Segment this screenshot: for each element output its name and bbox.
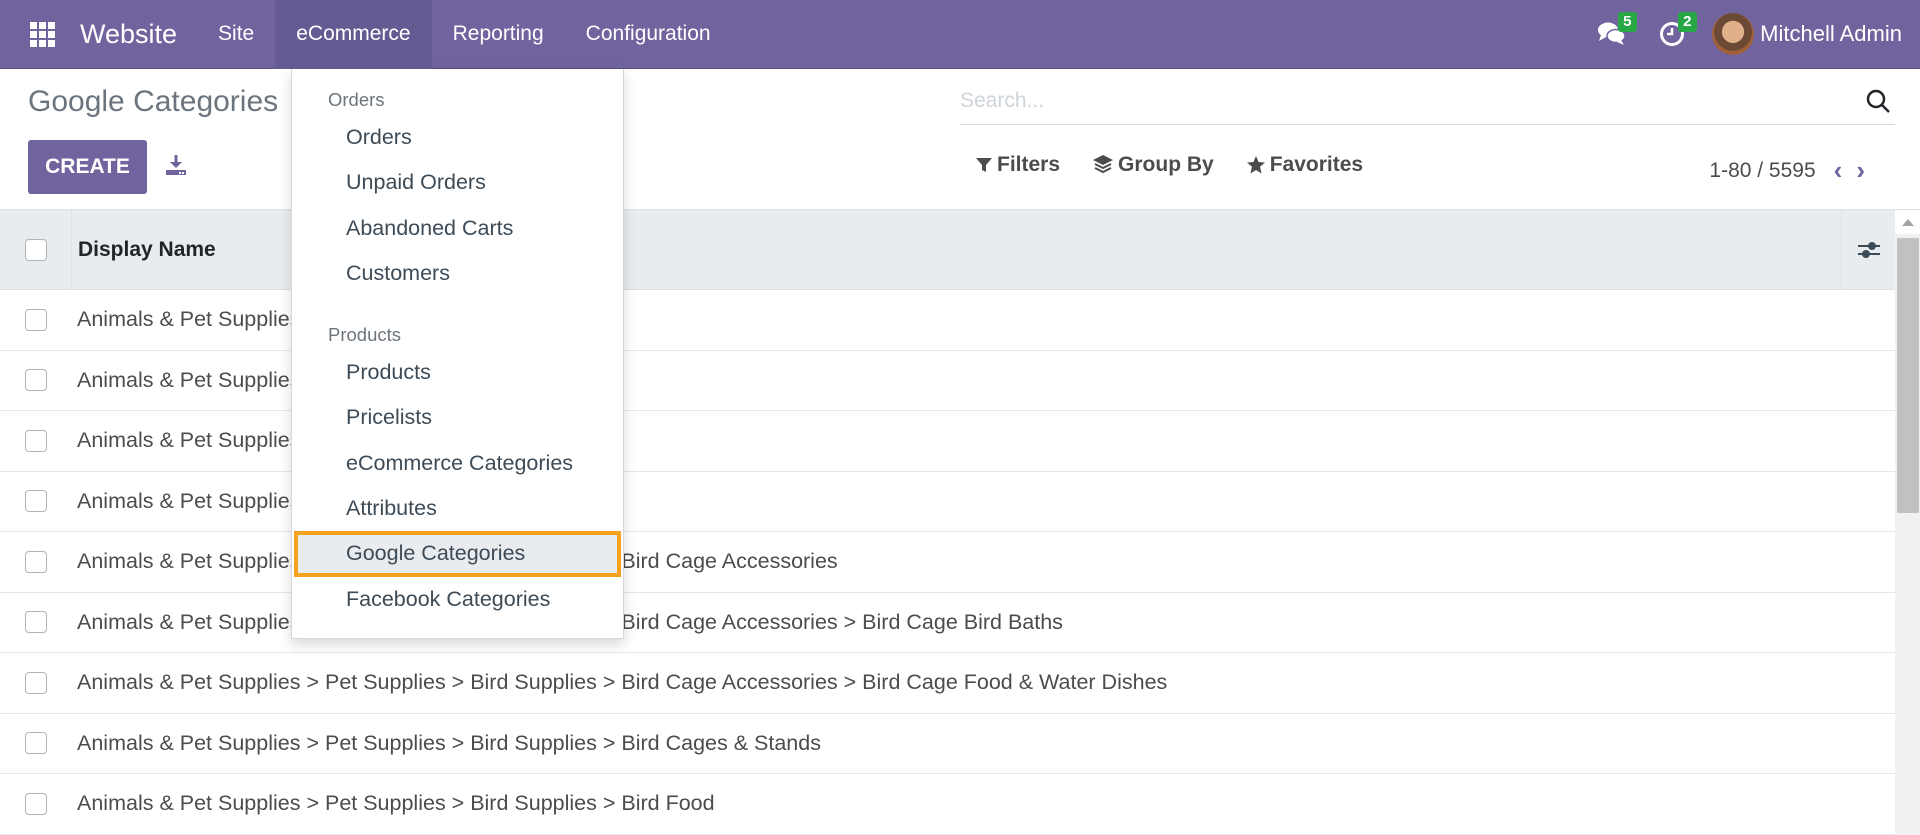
- row-checkbox[interactable]: [25, 490, 47, 513]
- row-checkbox[interactable]: [25, 671, 47, 694]
- table-row[interactable]: Animals & Pet Supplies > Pet Supplies > …: [0, 532, 1895, 593]
- row-display-name[interactable]: Animals & Pet Supplies > Pet Supplies > …: [72, 791, 715, 816]
- table-row[interactable]: Animals & Pet Supplies: [0, 351, 1895, 411]
- table-row[interactable]: Animals & Pet Supplies > Pet Supplies > …: [0, 593, 1895, 653]
- activities-count-badge: 2: [1678, 11, 1697, 32]
- section-header-orders: Orders: [328, 89, 385, 110]
- row-display-name[interactable]: Animals & Pet Supplies > Pet Supplies > …: [72, 670, 1167, 695]
- menu-item-attributes[interactable]: Attributes: [292, 486, 623, 531]
- page-title: Google Categories: [28, 85, 279, 118]
- group-by-button[interactable]: Group By: [1092, 153, 1214, 177]
- row-display-name[interactable]: Animals & Pet Supplies: [72, 428, 300, 453]
- search-icon[interactable]: [1865, 88, 1891, 114]
- layers-icon: [1093, 155, 1114, 174]
- scrollbar-thumb[interactable]: [1897, 238, 1919, 513]
- menu-configuration[interactable]: Configuration: [565, 0, 732, 69]
- user-name: Mitchell Admin: [1760, 21, 1902, 46]
- download-icon[interactable]: [164, 153, 188, 177]
- menu-site[interactable]: Site: [197, 0, 275, 69]
- avatar: [1712, 13, 1755, 55]
- row-checkbox[interactable]: [25, 369, 47, 392]
- row-checkbox[interactable]: [25, 308, 47, 331]
- menu-item-facebook-categories[interactable]: Facebook Categories: [292, 577, 623, 622]
- scrollbar[interactable]: [1895, 210, 1920, 835]
- row-checkbox[interactable]: [25, 429, 47, 452]
- table-row[interactable]: Animals & Pet Supplies: [0, 411, 1895, 472]
- chevron-left-icon[interactable]: ‹: [1834, 155, 1843, 186]
- row-checkbox[interactable]: [25, 550, 47, 573]
- app-switcher-button[interactable]: [0, 0, 84, 69]
- messages-button[interactable]: 5: [1582, 0, 1642, 69]
- chevron-right-icon[interactable]: ›: [1856, 155, 1865, 186]
- table-row[interactable]: Animals & Pet Supplies: [0, 472, 1895, 532]
- app-name[interactable]: Website: [80, 19, 177, 50]
- scroll-up-arrow[interactable]: [1895, 210, 1920, 234]
- group-by-label: Group By: [1118, 153, 1214, 176]
- table-row[interactable]: Animals & Pet Supplies > Pet Supplies > …: [0, 714, 1895, 774]
- create-button[interactable]: CREATE: [28, 140, 147, 194]
- menu-item-pricelists[interactable]: Pricelists: [292, 395, 623, 440]
- row-checkbox[interactable]: [25, 611, 47, 634]
- ecommerce-dropdown-menu: Orders Orders Unpaid Orders Abandoned Ca…: [291, 69, 624, 639]
- menu-item-ecommerce-categories[interactable]: eCommerce Categories: [292, 441, 623, 486]
- table-row[interactable]: Animals & Pet Supplies > Pet Supplies > …: [0, 774, 1895, 835]
- activities-button[interactable]: 2: [1642, 0, 1702, 69]
- row-display-name[interactable]: Animals & Pet Supplies: [72, 368, 300, 393]
- section-header-products: Products: [328, 324, 402, 346]
- row-checkbox[interactable]: [25, 732, 47, 755]
- pager: 1-80 / 5595 ‹ ›: [1709, 155, 1865, 186]
- sliders-icon: [1857, 241, 1880, 258]
- row-display-name[interactable]: Animals & Pet Supplies > Pet Supplies > …: [72, 731, 821, 756]
- favorites-button[interactable]: Favorites: [1246, 153, 1363, 177]
- filter-icon: [976, 158, 992, 172]
- menu-item-google-categories[interactable]: Google Categories: [294, 531, 621, 577]
- optional-columns-button[interactable]: [1841, 210, 1895, 289]
- row-display-name[interactable]: Animals & Pet Supplies: [72, 307, 300, 332]
- table-header: Display Name: [0, 210, 1895, 290]
- menu-ecommerce[interactable]: eCommerce: [275, 0, 432, 69]
- search-options: Filters Group By Favorites: [975, 153, 1363, 177]
- favorites-label: Favorites: [1269, 153, 1364, 176]
- user-menu[interactable]: Mitchell Admin: [1702, 13, 1920, 55]
- select-all-checkbox[interactable]: [24, 238, 47, 261]
- filters-button[interactable]: Filters: [975, 153, 1060, 177]
- search-bar: [960, 77, 1895, 125]
- menu-reporting[interactable]: Reporting: [432, 0, 565, 69]
- control-panel: Google Categories CREATE Filters Group B…: [0, 69, 1920, 210]
- pager-value[interactable]: 1-80 / 5595: [1709, 159, 1815, 183]
- row-display-name[interactable]: Animals & Pet Supplies: [72, 489, 300, 514]
- menu-item-products[interactable]: Products: [292, 350, 623, 395]
- filters-label: Filters: [997, 153, 1061, 176]
- list-view: Display Name Animals & Pet Supplies Anima…: [0, 210, 1895, 835]
- menu-item-unpaid-orders[interactable]: Unpaid Orders: [292, 160, 623, 205]
- search-input[interactable]: [960, 88, 1865, 113]
- grid-icon: [29, 21, 55, 47]
- table-row[interactable]: Animals & Pet Supplies: [0, 290, 1895, 351]
- table-row[interactable]: Animals & Pet Supplies > Pet Supplies > …: [0, 653, 1895, 714]
- menu-item-abandoned-carts[interactable]: Abandoned Carts: [292, 206, 623, 251]
- menu-item-orders[interactable]: Orders: [292, 115, 623, 160]
- menu-item-customers[interactable]: Customers: [292, 251, 623, 296]
- top-navbar: Website Site eCommerce Reporting Configu…: [0, 0, 1920, 69]
- row-checkbox[interactable]: [25, 792, 47, 815]
- star-icon: [1246, 156, 1265, 174]
- messages-count-badge: 5: [1618, 11, 1637, 32]
